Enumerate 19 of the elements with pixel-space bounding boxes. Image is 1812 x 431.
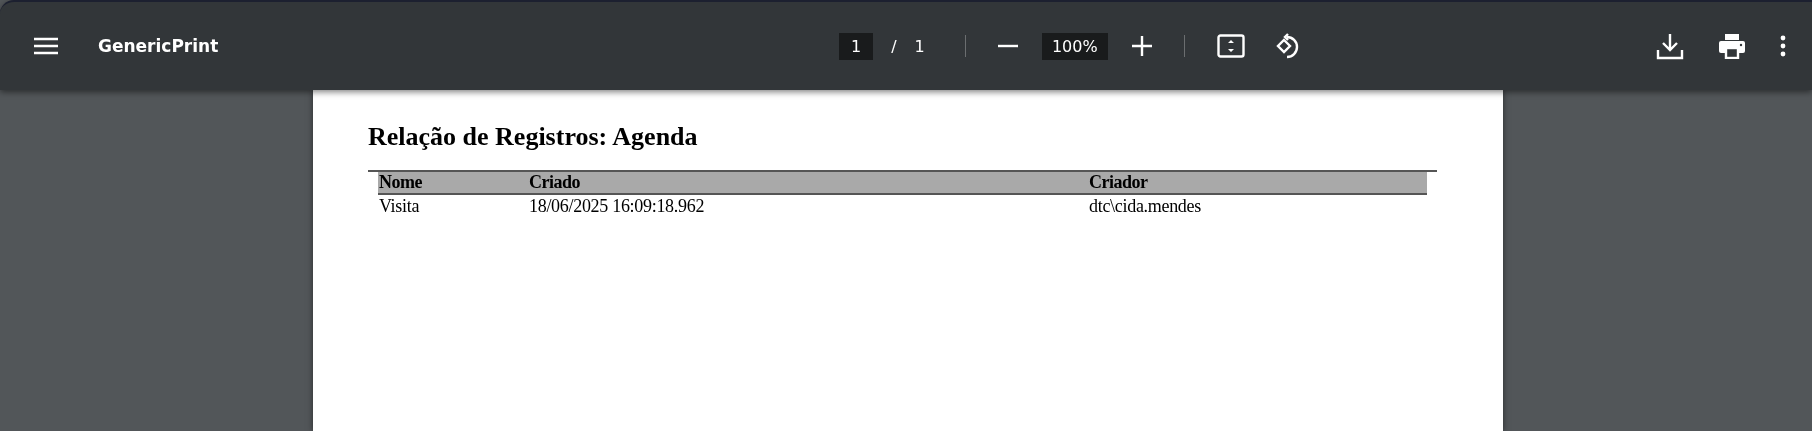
column-header: Criador <box>1088 171 1427 194</box>
zoom-field[interactable]: 100% <box>1041 32 1108 60</box>
column-header: Nome <box>378 171 528 194</box>
table-cell: Visita <box>378 194 528 218</box>
document-title: GenericPrint <box>98 36 219 56</box>
table-cell: dtc\cida.mendes <box>1088 194 1427 218</box>
page-separator: / <box>891 36 897 56</box>
print-icon <box>1718 33 1746 59</box>
page-total: 1 <box>914 36 925 56</box>
column-header: Criado <box>528 171 1088 194</box>
menu-icon <box>34 37 58 55</box>
report-title: Relação de Registros: Agenda <box>368 122 699 152</box>
page-number-field[interactable]: 1 <box>839 32 874 60</box>
table-cell: 18/06/2025 16:09:18.962 <box>528 194 1088 218</box>
minus-icon <box>997 44 1018 48</box>
plus-icon <box>1131 36 1152 56</box>
more-icon <box>1780 35 1786 57</box>
download-icon <box>1656 32 1684 60</box>
fit-page-icon <box>1216 34 1245 58</box>
